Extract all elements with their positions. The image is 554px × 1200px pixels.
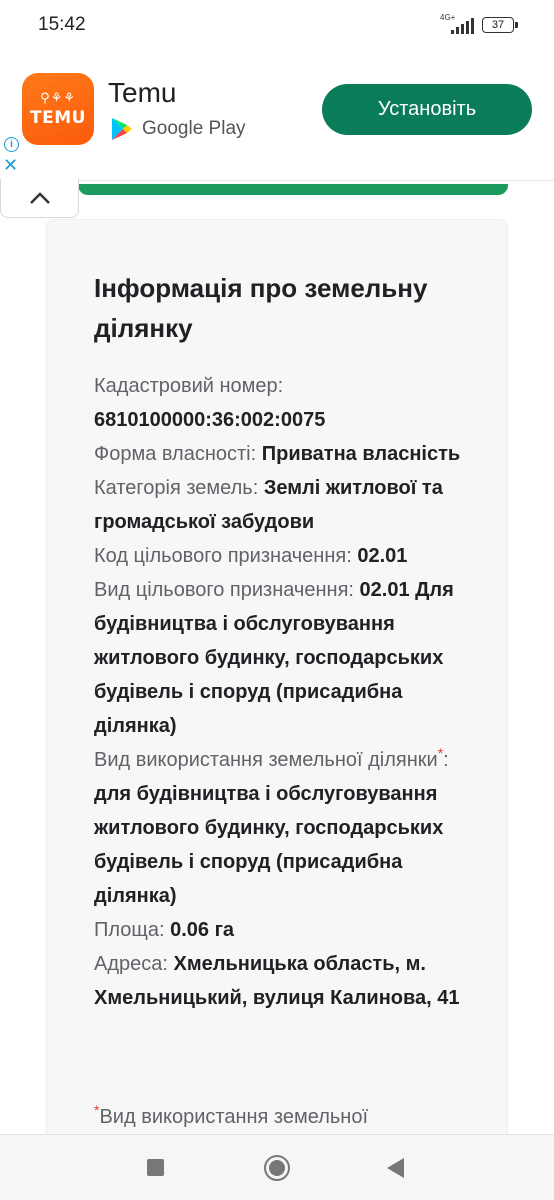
green-strip: [78, 184, 508, 195]
usage-value: для будівництва і обслуговування житлово…: [94, 783, 444, 907]
home-icon[interactable]: [264, 1155, 290, 1181]
address-label: Адреса:: [94, 953, 168, 975]
field-purpose-code: Код цільового призначення: 02.01: [94, 539, 474, 573]
collapse-button[interactable]: [0, 179, 79, 218]
status-bar: 15:42 4G+ 37: [0, 0, 554, 50]
status-time: 15:42: [38, 14, 86, 35]
back-icon[interactable]: [387, 1158, 404, 1178]
google-play-icon: [112, 118, 132, 140]
field-usage: Вид використання земельної ділянки*: для…: [94, 745, 449, 907]
temu-logo-text: TEMU: [30, 108, 86, 128]
chevron-up-icon: [29, 192, 50, 204]
close-icon[interactable]: ✕: [3, 156, 18, 174]
category-label: Категорія земель:: [94, 477, 259, 499]
usage-label: Вид використання земельної ділянки: [94, 749, 438, 771]
temu-logo[interactable]: ⚲⚘⚘ TEMU: [22, 73, 94, 145]
install-button[interactable]: Установіть: [322, 84, 532, 135]
status-indicators: 4G+ 37: [440, 13, 518, 36]
purpose-type-label: Вид цільового призначення:: [94, 579, 354, 601]
purpose-type-value: 02.01 Для будівництва і обслуговування ж…: [94, 579, 454, 737]
ad-app-name[interactable]: Temu: [108, 77, 176, 109]
purpose-code-label: Код цільового призначення:: [94, 545, 352, 567]
land-info-card: Інформація про земельну ділянку Кадастро…: [46, 219, 508, 1179]
info-icon[interactable]: i: [4, 137, 19, 152]
field-area: Площа: 0.06 га: [94, 913, 474, 947]
purpose-code-value: 02.01: [357, 545, 408, 567]
area-value: 0.06 га: [170, 919, 235, 941]
card-title: Інформація про земельну ділянку: [94, 273, 428, 343]
ad-store: Google Play: [108, 116, 246, 142]
battery-level: 37: [491, 19, 505, 31]
ad-store-label: Google Play: [142, 118, 246, 139]
area-label: Площа:: [94, 919, 165, 941]
field-category: Категорія земель: Землі житлової та гром…: [94, 471, 474, 539]
cadastral-value: 6810100000:36:002:0075: [94, 409, 326, 431]
footnote-text: Вид використання земельної: [99, 1106, 369, 1128]
field-address: Адреса: Хмельницька область, м. Хмельниц…: [94, 947, 474, 1015]
signal-icon: 4G+: [440, 13, 474, 35]
ownership-label: Форма власності:: [94, 443, 257, 465]
ad-banner[interactable]: ⚲⚘⚘ TEMU Temu Google Play Установіть i ✕: [0, 50, 554, 180]
divider: [78, 180, 554, 181]
ownership-value: Приватна власність: [261, 443, 461, 465]
system-nav-bar: [0, 1134, 554, 1200]
square-icon[interactable]: [147, 1159, 164, 1176]
land-info-fields: Кадастровий номер: 6810100000:36:002:007…: [94, 369, 474, 1015]
cadastral-label: Кадастровий номер:: [94, 375, 284, 397]
field-purpose-type: Вид цільового призначення: 02.01 Для буд…: [94, 573, 474, 743]
field-ownership: Форма власності: Приватна власність: [94, 437, 474, 471]
battery-icon: 37: [482, 17, 518, 33]
footnote: *Вид використання земельної: [94, 1100, 368, 1134]
field-cadastral: Кадастровий номер: 6810100000:36:002:007…: [94, 369, 474, 437]
